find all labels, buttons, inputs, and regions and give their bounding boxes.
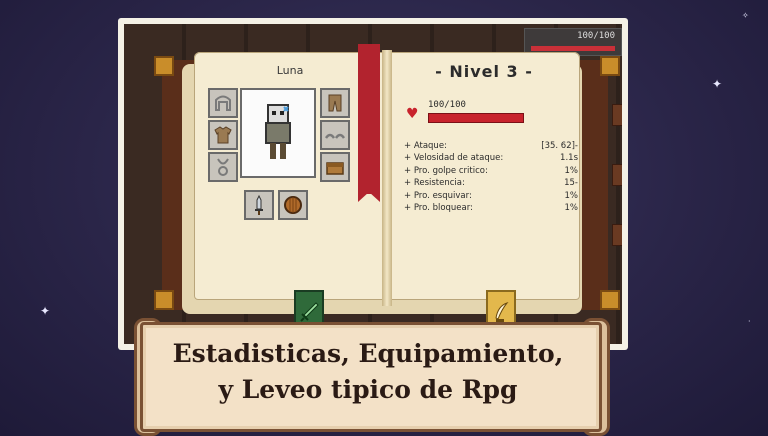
stat-row: + Resistencia: 15- — [404, 177, 578, 189]
bag-slot[interactable] — [320, 152, 350, 182]
stat-label: + Pro. bloquear: — [404, 203, 473, 214]
heart-icon: ♥ — [406, 106, 419, 122]
stat-label: + Resistencia: — [404, 178, 465, 189]
book-corner-icon — [600, 56, 620, 76]
boots-slot[interactable] — [320, 120, 350, 150]
stat-value: 15- — [564, 178, 578, 189]
stat-row: + Pro. bloquear: 1% — [404, 202, 578, 214]
stat-row: + Pro. esquivar: 1% — [404, 190, 578, 202]
armor-slot[interactable] — [208, 120, 238, 150]
offhand-slot[interactable] — [278, 190, 308, 220]
star-icon: ✧ — [742, 11, 749, 20]
stat-value: 1.1s — [560, 153, 578, 164]
side-item-icon — [612, 104, 622, 126]
dagger-icon — [255, 194, 263, 215]
stat-label: + Pro. golpe critico: — [404, 165, 488, 176]
helmet-icon — [215, 95, 231, 111]
stat-row: + Ataque: [35. 62]- — [404, 140, 578, 152]
hud-hp-text: 100/100 — [577, 31, 615, 41]
amulet-slot[interactable] — [208, 152, 238, 182]
stat-row: + Pro. golpe critico: 1% — [404, 165, 578, 177]
bookmark-ribbon-tail — [358, 192, 380, 202]
book-corner-icon — [600, 290, 620, 310]
game-screen: 100/100 Luna - Nivel 3 - ♥ 100/100 + Ata… — [124, 24, 622, 344]
star-icon: ✦ — [712, 77, 723, 91]
caption-line-1: Estadisticas, Equipamiento, — [172, 339, 564, 368]
hp-text: 100/100 — [428, 100, 466, 110]
character-name: Luna — [276, 64, 304, 77]
boots-icon — [324, 133, 346, 139]
caption-line-2: y Leveo tipico de Rpg — [218, 375, 518, 404]
character-portrait — [240, 88, 316, 178]
stat-value: 1% — [564, 165, 579, 176]
stat-label: + Ataque: — [404, 141, 447, 151]
bookmark-ribbon — [358, 44, 380, 194]
weapon-slot[interactable] — [244, 190, 274, 220]
caption-text: Estadisticas, Equipamiento, y Leveo tipi… — [150, 336, 586, 408]
star-icon: ✦ — [40, 304, 51, 318]
pants-slot[interactable] — [320, 88, 350, 118]
pants-icon — [328, 94, 342, 112]
stat-label: + Velosidad de ataque: — [404, 153, 504, 164]
bag-icon — [326, 162, 344, 175]
stat-row: + Velosidad de ataque: 1.1s — [404, 152, 578, 164]
hp-bar — [428, 113, 524, 123]
helmet-slot[interactable] — [208, 88, 238, 118]
stat-value: [35. 62]- — [541, 141, 578, 151]
side-item-icon — [612, 224, 622, 246]
stat-label: + Pro. esquivar: — [404, 190, 472, 201]
side-item-icon — [612, 164, 622, 186]
hud-hp-bar — [531, 46, 615, 51]
stat-value: 1% — [564, 203, 579, 214]
stat-value: 1% — [564, 190, 579, 201]
book-spine — [382, 50, 392, 306]
level-title: - Nivel 3 - — [435, 62, 533, 81]
armor-icon — [214, 126, 232, 144]
book-corner-icon — [154, 290, 174, 310]
stats-list: + Ataque: [35. 62]- + Velosidad de ataque… — [404, 140, 578, 214]
character-avatar — [265, 104, 291, 159]
book-corner-icon — [154, 56, 174, 76]
amulet-icon — [217, 158, 229, 176]
star-icon: · — [748, 317, 751, 326]
shield-icon — [284, 196, 302, 214]
